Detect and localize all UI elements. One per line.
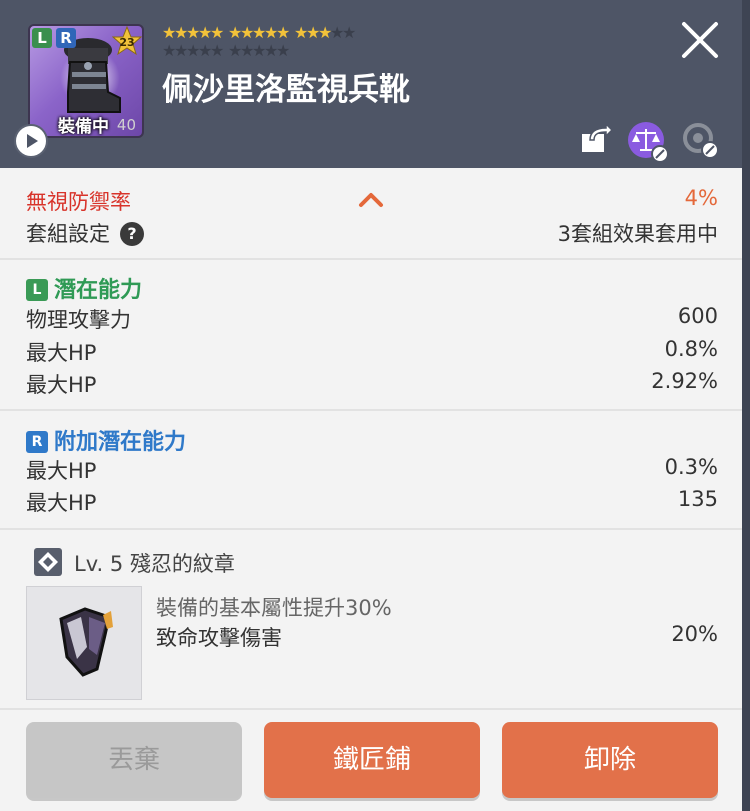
help-icon[interactable]: ?: [120, 222, 144, 246]
emblem-diamond-icon: [34, 548, 62, 576]
star-icon: ★: [330, 23, 345, 42]
scale-icon[interactable]: [626, 120, 670, 164]
stat-value: 0.3%: [664, 455, 718, 479]
star-icon: ★: [240, 41, 255, 60]
star-icon: ★: [306, 23, 321, 42]
stat-label: 最大HP: [26, 341, 97, 365]
emblem-desc: 裝備的基本屬性提升30%: [156, 596, 392, 620]
item-detail-panel: L R 23 裝備中 40 ★★★★★ ★★★★★ ★★★★★ ★★★★★ ★★★★★ …: [0, 0, 742, 811]
stat-label: 最大HP: [26, 373, 97, 397]
additional-potential-title: R 附加潛在能力: [26, 424, 718, 456]
star-icon: ★: [228, 23, 243, 42]
star-icon: ★: [276, 23, 291, 42]
divider: [0, 258, 742, 260]
emblem-effect-label: 致命攻擊傷害: [156, 626, 282, 650]
star-icon: ★: [264, 23, 279, 42]
star-icon: ★: [210, 41, 225, 60]
unequip-button[interactable]: 卸除: [502, 722, 718, 798]
close-icon[interactable]: [680, 20, 720, 60]
collapse-chevron-icon[interactable]: [358, 190, 384, 208]
play-icon: [27, 134, 38, 148]
star-icon: ★: [174, 23, 189, 42]
item-icon-frame[interactable]: L R 23 裝備中 40: [28, 24, 144, 138]
star-icon: ★: [294, 23, 309, 42]
set-row: 套組設定? 3套組效果套用中: [26, 218, 718, 248]
additional-potential-tag: R: [26, 431, 48, 453]
ignore-def-label: 無視防禦率: [26, 190, 131, 214]
star-icon: ★: [186, 41, 201, 60]
emblem-effect-value: 20%: [671, 622, 718, 646]
star-icon: ★: [198, 23, 213, 42]
emblem-effect-row: 致命攻擊傷害 20%: [156, 622, 718, 652]
emblem-image: [26, 586, 142, 700]
star-icon: ★: [264, 41, 279, 60]
divider: [0, 528, 742, 530]
legendary-badge: L: [32, 28, 52, 48]
potential-title-text: 潛在能力: [54, 278, 143, 303]
star-icon: ★: [342, 23, 357, 42]
stat-value: 600: [677, 304, 718, 328]
play-button[interactable]: [14, 124, 48, 158]
stat-label: 最大HP: [26, 491, 97, 515]
star-icon: ★: [240, 23, 255, 42]
discard-button[interactable]: 丟棄: [26, 722, 242, 798]
star-icon: ★: [276, 41, 291, 60]
star-icon: ★: [252, 23, 267, 42]
equipped-label: 裝備中: [58, 117, 109, 137]
star-icon: ★: [162, 41, 177, 60]
potential-line: 物理攻擊力 600: [26, 304, 718, 334]
star-icon: ★: [198, 41, 213, 60]
potential-line: 最大HP 2.92%: [26, 369, 718, 399]
level-number: 23: [119, 36, 134, 49]
star-icon: ★: [228, 41, 243, 60]
star-icon: ★: [210, 23, 225, 42]
divider: [0, 409, 742, 411]
potential-line: 最大HP 0.8%: [26, 337, 718, 367]
blacksmith-button[interactable]: 鐵匠鋪: [264, 722, 480, 798]
panel-edge: [742, 0, 750, 811]
emblem-title: Lv. 5 殘忍的紋章: [74, 552, 235, 576]
star-force-row: ★★★★★ ★★★★★ ★★★★★ ★★★★★ ★★★★★: [162, 24, 562, 60]
stat-label: 最大HP: [26, 459, 97, 483]
star-icon: ★: [252, 41, 267, 60]
claw-emblem-icon: [59, 607, 113, 677]
divider: [0, 708, 742, 710]
stat-label: 物理攻擊力: [26, 308, 131, 332]
share-box-icon[interactable]: [576, 120, 614, 158]
set-value: 3套組效果套用中: [557, 222, 718, 246]
potential-tag: L: [26, 279, 48, 301]
auto-refresh-icon[interactable]: [680, 120, 720, 160]
star-icon: ★: [174, 41, 189, 60]
star-icon: ★: [162, 23, 177, 42]
ignore-def-value: 4%: [684, 186, 718, 210]
item-header: L R 23 裝備中 40 ★★★★★ ★★★★★ ★★★★★ ★★★★★ ★★★★★ …: [0, 0, 742, 168]
stat-value: 0.8%: [664, 337, 718, 361]
potential-title: L 潛在能力: [26, 272, 718, 304]
stat-value: 135: [677, 487, 718, 511]
diamond-icon: [38, 552, 58, 572]
additional-potential-line: 最大HP 0.3%: [26, 455, 718, 485]
item-name: 佩沙里洛監視兵靴: [162, 72, 410, 108]
stat-value: 2.92%: [651, 369, 718, 393]
star-icon: ★: [318, 23, 333, 42]
rare-badge: R: [56, 28, 76, 48]
additional-potential-title-text: 附加潛在能力: [54, 430, 187, 455]
equip-number: 40: [116, 116, 136, 134]
additional-potential-line: 最大HP 135: [26, 487, 718, 517]
set-label: 套組設定: [26, 222, 110, 246]
level-star-icon: 23: [112, 26, 142, 56]
star-icon: ★: [186, 23, 201, 42]
